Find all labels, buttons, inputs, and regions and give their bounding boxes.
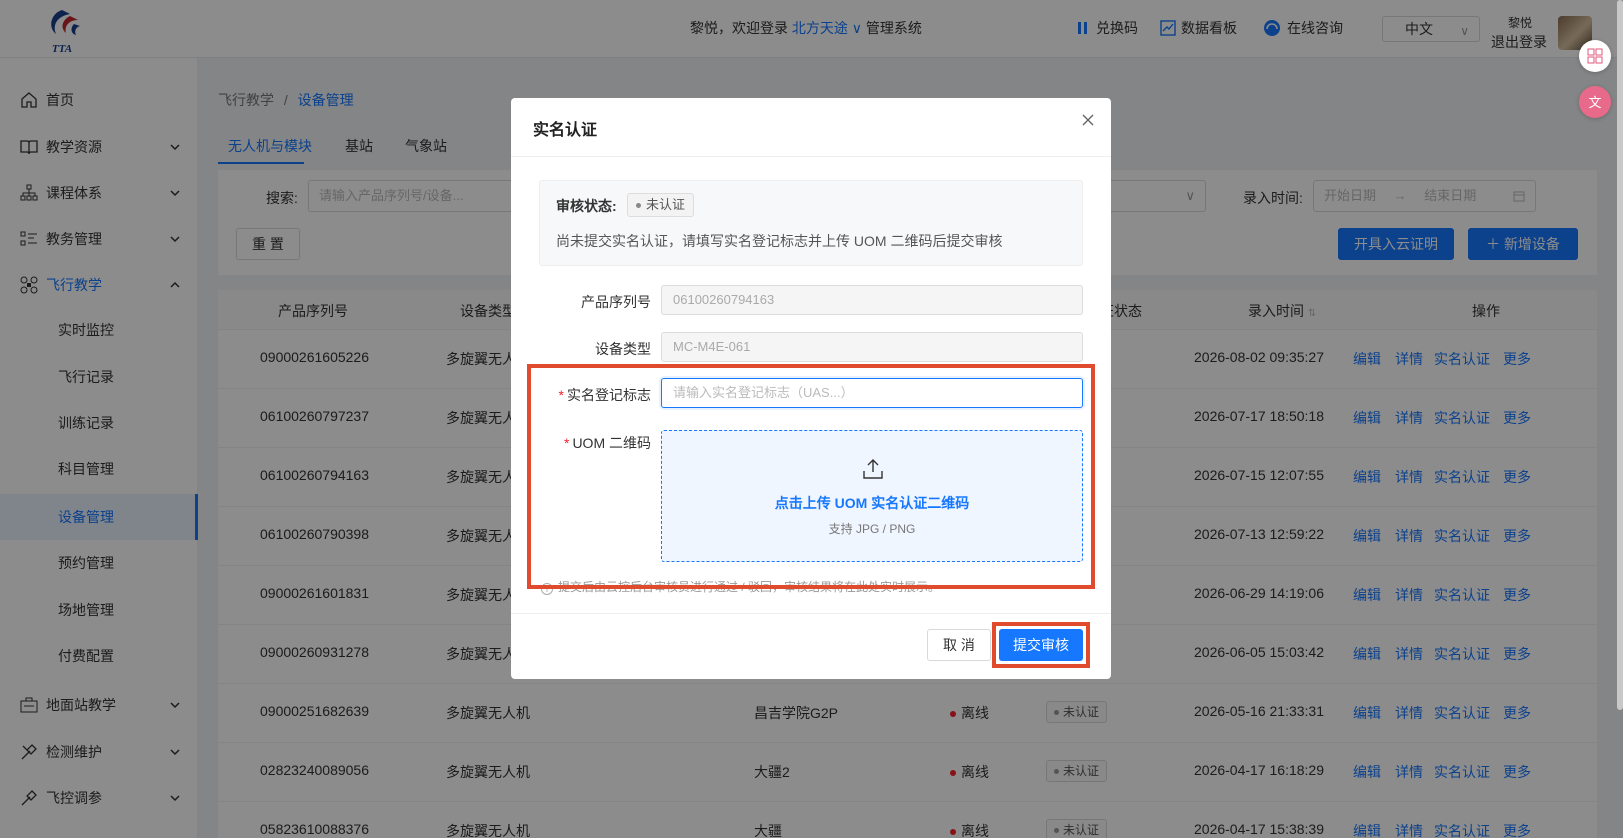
serial-label: 产品序列号 [581,294,651,310]
device-type-field: MC-M4E-061 [661,332,1083,362]
real-name-auth-dialog: 实名认证 审核状态: 未认证 尚未提交实名认证，请填写实名登记标志并上传 UOM… [511,98,1111,679]
cancel-button[interactable]: 取 消 [927,629,991,661]
highlight-box-form [527,364,1095,589]
dialog-divider [511,156,1111,157]
review-status-box: 审核状态: 未认证 尚未提交实名认证，请填写实名登记标志并上传 UOM 二维码后… [539,180,1083,266]
status-description: 尚未提交实名认证，请填写实名登记标志并上传 UOM 二维码后提交审核 [556,233,1003,249]
translate-float-button[interactable]: 文 [1579,86,1611,118]
app-grid-float-button[interactable] [1579,40,1611,72]
translate-icon: 文 [1588,96,1601,111]
status-badge: 未认证 [627,193,695,217]
review-status-label: 审核状态: [556,198,617,214]
grid-icon [1587,48,1603,64]
serial-field: 06100260794163 [661,285,1083,315]
close-icon[interactable] [1078,110,1098,130]
dialog-title: 实名认证 [533,122,598,139]
svg-text:文: 文 [1588,96,1601,111]
footer-divider [511,613,1111,614]
page-scrollbar[interactable] [1617,0,1623,710]
device-type-label: 设备类型 [595,341,651,357]
highlight-box-submit [992,622,1090,668]
